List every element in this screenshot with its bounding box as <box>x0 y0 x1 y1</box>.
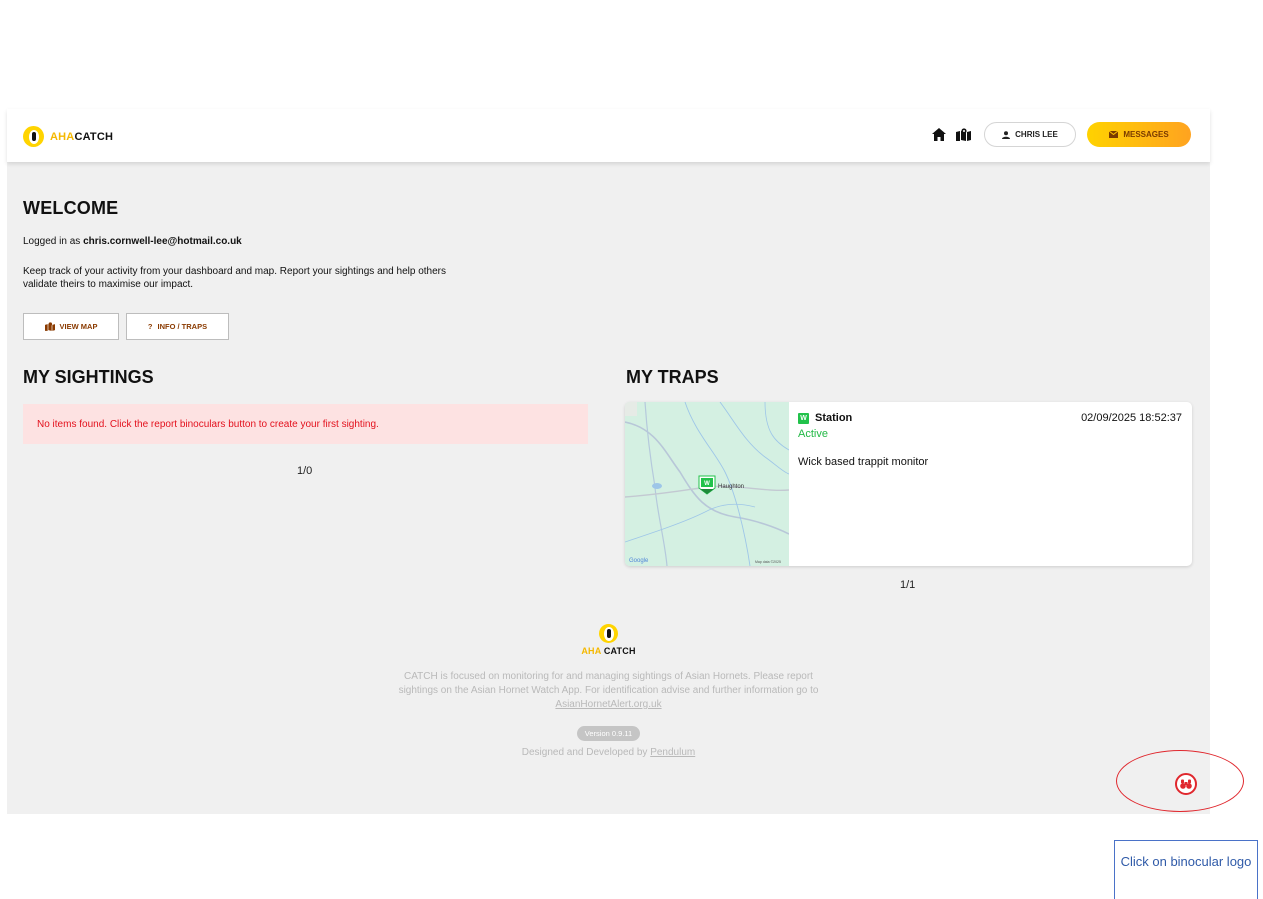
brand-aha: AHA <box>50 130 75 143</box>
map-icon <box>44 322 55 331</box>
my-sightings-title: MY SIGHTINGS <box>23 367 154 387</box>
welcome-title: WELCOME <box>23 198 119 218</box>
map-place-label: Haughton <box>718 484 744 490</box>
sightings-pager: 1/0 <box>297 465 313 477</box>
map-icon[interactable] <box>955 126 971 142</box>
messages-label: MESSAGES <box>1123 130 1169 139</box>
footer-description: CATCH is focused on monitoring for and m… <box>398 671 819 710</box>
brand-catch: CATCH <box>74 130 114 143</box>
brand-logo[interactable]: AHACATCH <box>23 126 113 147</box>
hornet-alert-link[interactable]: AsianHornetAlert.org.uk <box>555 699 661 710</box>
version-badge: Version 0.9.11 <box>576 726 641 741</box>
footer-logo: AHA CATCH <box>7 624 1210 656</box>
annotation-callout: Click on binocular logo <box>1114 840 1258 899</box>
sightings-empty-alert: No items found. Click the report binocul… <box>23 404 588 444</box>
home-icon[interactable] <box>931 126 947 142</box>
user-email: chris.cornwell-lee@hotmail.co.uk <box>83 236 242 247</box>
trap-card[interactable]: W Haughton Google Map data ©2025 W Stati… <box>625 402 1192 566</box>
logged-in-text: Logged in as chris.cornwell-lee@hotmail.… <box>23 236 242 247</box>
footer: AHA CATCH CATCH is focused on monitoring… <box>7 624 1210 758</box>
trap-status: Active <box>798 428 828 440</box>
hornet-logo-icon <box>599 624 618 643</box>
trap-name: Station <box>815 412 853 424</box>
user-name-label: CHRIS LEE <box>1015 130 1058 139</box>
intro-text: Keep track of your activity from your da… <box>23 266 447 290</box>
annotation-highlight-ring <box>1116 750 1244 812</box>
hornet-logo-icon <box>23 126 44 147</box>
trap-type-badge: W <box>798 412 809 424</box>
traps-pager: 1/1 <box>900 579 916 591</box>
svg-text:W: W <box>704 481 710 487</box>
trap-description: Wick based trappit monitor <box>798 456 929 468</box>
user-profile-button[interactable]: CHRIS LEE <box>984 122 1076 147</box>
map-provider-label: Google <box>629 558 649 564</box>
question-icon: ? <box>147 322 153 331</box>
view-map-button[interactable]: VIEW MAP <box>23 313 119 340</box>
pendulum-link[interactable]: Pendulum <box>650 747 695 758</box>
info-traps-button[interactable]: ? INFO / TRAPS <box>126 313 229 340</box>
messages-button[interactable]: MESSAGES <box>1087 122 1191 147</box>
trap-map[interactable]: W Haughton Google Map data ©2025 <box>625 402 789 566</box>
user-icon <box>1002 130 1011 139</box>
envelope-icon <box>1109 131 1119 138</box>
map-credit-label: Map data ©2025 <box>755 560 781 564</box>
my-traps-title: MY TRAPS <box>626 367 719 387</box>
trap-info: W Station 02/09/2025 18:52:37 Active Wic… <box>798 412 1182 468</box>
top-bar: AHACATCH CHRIS LEE MESSAGES <box>7 109 1210 162</box>
trap-datetime: 02/09/2025 18:52:37 <box>1081 412 1182 424</box>
designed-by-text: Designed and Developed by Pendulum <box>521 747 696 758</box>
app-window: AHACATCH CHRIS LEE MESSAGES WELCOME Logg… <box>7 109 1210 814</box>
